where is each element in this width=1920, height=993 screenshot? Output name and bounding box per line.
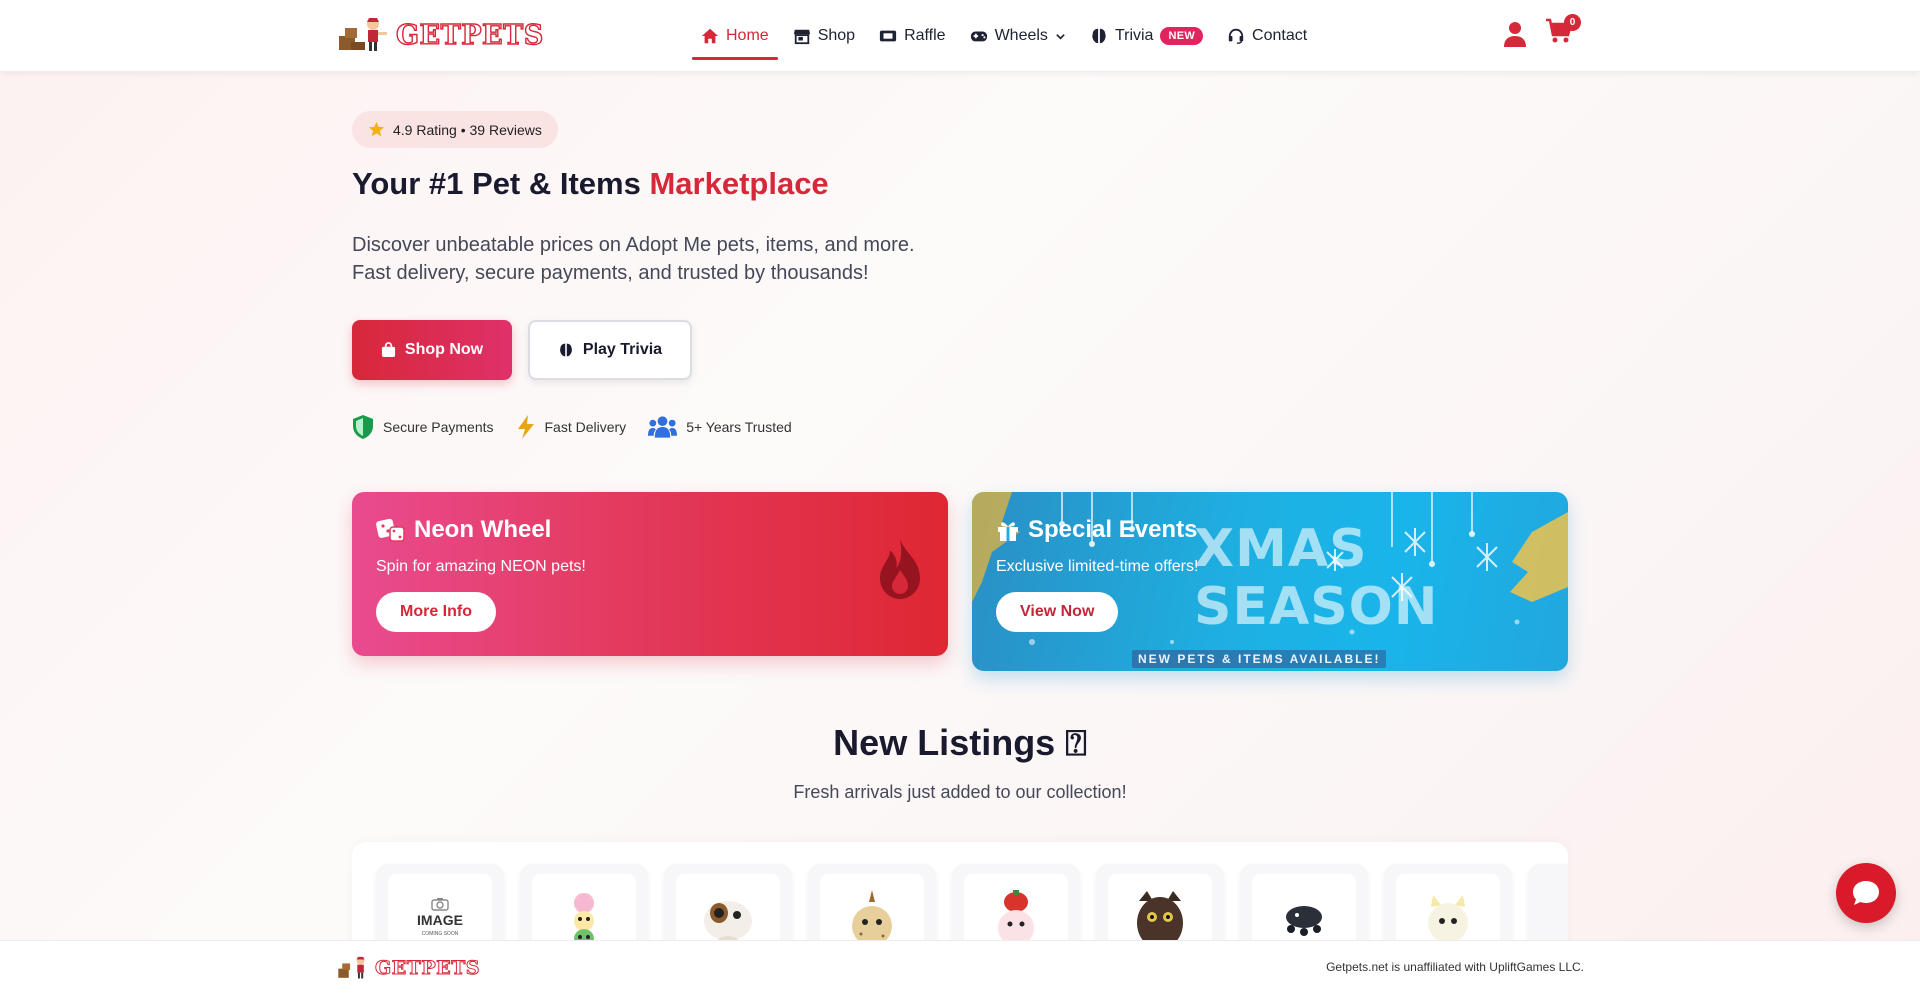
nav-home[interactable]: Home	[692, 0, 778, 72]
trust-years: 5+ Years Trusted	[648, 415, 792, 439]
chat-button[interactable]	[1836, 863, 1896, 923]
image-placeholder-subtext: COMING SOON	[421, 931, 459, 937]
trust-label: Secure Payments	[383, 419, 494, 435]
cart-count-badge: 0	[1564, 14, 1581, 31]
nav-shop[interactable]: Shop	[784, 0, 864, 72]
home-icon	[701, 28, 719, 44]
new-listings-title-text: New Listings	[833, 722, 1056, 763]
trust-fast-delivery: Fast Delivery	[516, 414, 627, 440]
view-now-button[interactable]: View Now	[996, 592, 1119, 632]
shop-now-label: Shop Now	[404, 341, 484, 358]
nav-raffle-label: Raffle	[904, 27, 946, 44]
special-events-card: XMAS SEASON NEW PETS & ITEMS AVAILABLE! …	[972, 492, 1568, 671]
brand-logo[interactable]: GETPETS	[337, 16, 544, 54]
neon-wheel-title: Neon Wheel	[376, 516, 551, 544]
store-icon	[793, 29, 810, 45]
pet-image	[1428, 895, 1468, 943]
chevron-down-icon	[1056, 33, 1065, 40]
pet-image	[1286, 906, 1322, 936]
brain-icon	[1092, 28, 1106, 44]
hero-subtitle-line2: Fast delivery, secure payments, and trus…	[352, 262, 869, 284]
ticket-icon	[879, 30, 897, 42]
lightning-icon	[517, 415, 534, 439]
nav-wheels[interactable]: Wheels	[961, 0, 1075, 72]
hero-title-main: Your #1 Pet & Items	[352, 166, 650, 201]
neon-wheel-card: Neon Wheel Spin for amazing NEON pets! M…	[352, 492, 948, 656]
chat-bubble-icon	[1853, 881, 1879, 905]
mascot-icon	[339, 18, 387, 51]
new-listings-subtitle: Fresh arrivals just added to our collect…	[793, 782, 1127, 802]
new-listings-title: New Listings ⍰	[0, 722, 1920, 765]
shopping-bag-icon	[381, 342, 395, 358]
new-badge: NEW	[1160, 27, 1204, 45]
rating-text: 4.9 Rating • 39 Reviews	[393, 121, 542, 138]
xmas-season-text: XMAS SEASON	[1194, 519, 1439, 637]
dice-icon	[376, 518, 405, 542]
users-icon	[648, 416, 678, 438]
brand-name: GETPETS	[395, 19, 544, 51]
shop-now-button[interactable]: Shop Now	[352, 320, 512, 380]
play-trivia-button[interactable]: Play Trivia	[528, 320, 692, 380]
hero-title: Your #1 Pet & Items Marketplace	[352, 166, 829, 202]
trust-label: 5+ Years Trusted	[686, 419, 792, 435]
hero-subtitle: Discover unbeatable prices on Adopt Me p…	[352, 231, 992, 287]
special-events-subtitle: Exclusive limited-time offers!	[996, 558, 1199, 575]
nav-actions: 0	[1503, 14, 1581, 49]
user-icon[interactable]	[1503, 21, 1527, 47]
nav-raffle[interactable]: Raffle	[870, 0, 955, 72]
cart-button[interactable]: 0	[1545, 14, 1581, 49]
nav-contact[interactable]: Contact	[1218, 0, 1316, 72]
footer-brand-name: GETPETS	[375, 957, 480, 980]
trust-indicators: Secure Payments Fast Delivery 5+ Years T…	[352, 414, 792, 440]
shield-icon	[353, 415, 373, 439]
nav-contact-label: Contact	[1252, 27, 1308, 44]
nav-trivia-label: Trivia	[1114, 27, 1154, 44]
footer-bar: GETPETS Getpets.net is unaffiliated with…	[0, 940, 1920, 993]
neon-wheel-title-text: Neon Wheel	[414, 516, 552, 543]
nav-wheels-label: Wheels	[994, 27, 1048, 44]
play-trivia-label: Play Trivia	[582, 341, 663, 358]
flame-icon	[880, 539, 920, 599]
xmas-banner: NEW PETS & ITEMS AVAILABLE!	[1132, 650, 1387, 668]
brain-icon	[559, 343, 572, 357]
camera-icon	[431, 898, 449, 911]
trust-secure-payments: Secure Payments	[352, 414, 494, 440]
missing-glyph-icon: ⍰	[1065, 722, 1087, 763]
rating-badge: 4.9 Rating • 39 Reviews	[352, 111, 558, 148]
headset-icon	[1228, 28, 1244, 44]
hero-subtitle-line1: Discover unbeatable prices on Adopt Me p…	[352, 234, 915, 256]
main-nav: Home Shop Raffle Wheels Trivia NEW Conta…	[692, 0, 1322, 72]
special-events-title-text: Special Events	[1028, 516, 1198, 543]
nav-home-label: Home	[726, 27, 769, 44]
disclaimer-text: Getpets.net is unaffiliated with UpliftG…	[1326, 960, 1584, 974]
image-placeholder-text: IMAGE	[417, 912, 463, 928]
star-icon	[368, 121, 385, 137]
hero-title-accent: Marketplace	[649, 166, 829, 201]
special-events-title: Special Events	[996, 516, 1197, 544]
gift-icon	[998, 522, 1018, 541]
trust-label: Fast Delivery	[544, 419, 627, 435]
mascot-icon	[338, 956, 365, 979]
nav-trivia[interactable]: Trivia NEW	[1081, 0, 1212, 72]
nav-shop-label: Shop	[817, 27, 856, 44]
top-navbar: GETPETS Home Shop Raffle Wheels Trivia N…	[0, 0, 1920, 72]
more-info-button[interactable]: More Info	[376, 592, 496, 632]
gamepad-icon	[970, 31, 987, 42]
image-placeholder: IMAGE COMING SOON	[417, 897, 463, 941]
footer-logo[interactable]: GETPETS	[337, 955, 480, 981]
neon-wheel-subtitle: Spin for amazing NEON pets!	[376, 558, 586, 575]
